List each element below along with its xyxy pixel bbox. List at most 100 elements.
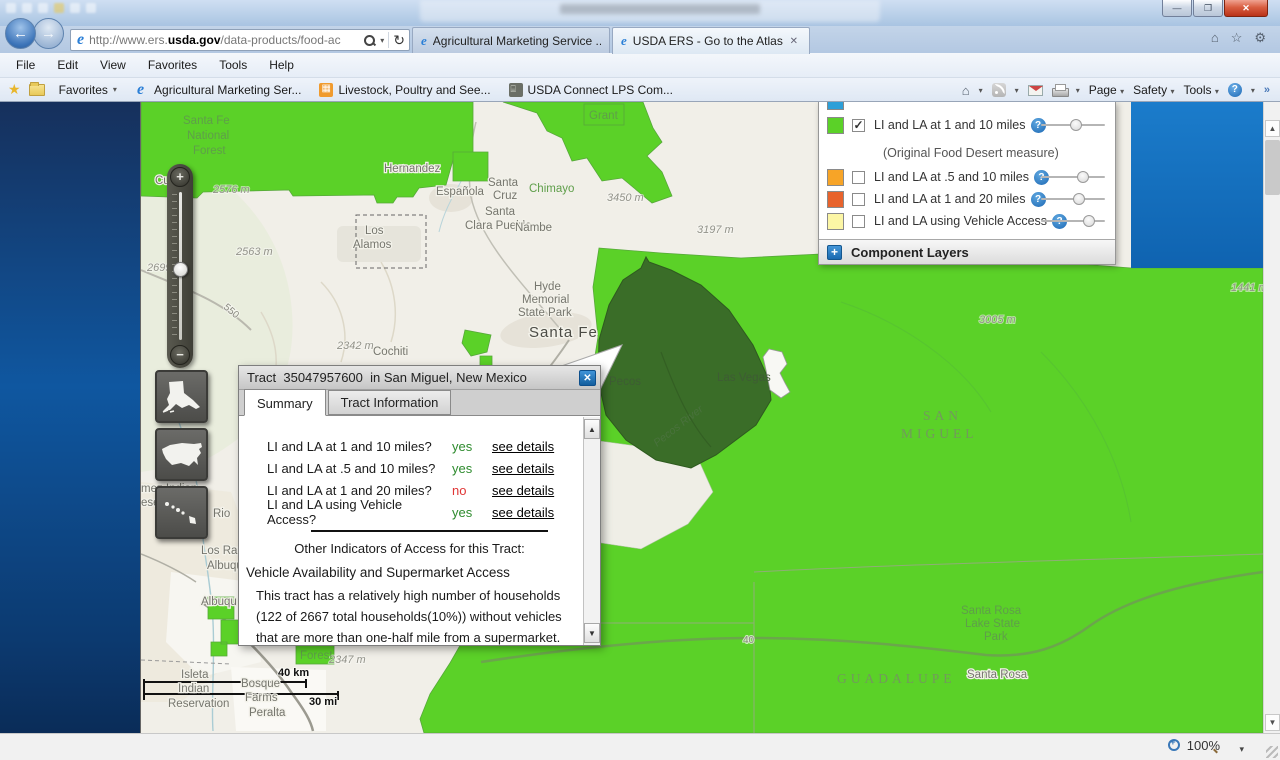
add-favorite-icon[interactable]: ★ bbox=[8, 81, 21, 98]
tab-usda-ers-atlas[interactable]: e USDA ERS - Go to the Atlas ✕ bbox=[612, 27, 810, 54]
tab-close-icon[interactable]: ✕ bbox=[787, 34, 801, 49]
map-label: 2563 m bbox=[235, 246, 273, 258]
layer-opacity-slider[interactable] bbox=[1041, 192, 1105, 206]
slider-thumb[interactable] bbox=[1077, 171, 1089, 183]
settings-gear-icon[interactable]: ⚙ bbox=[1254, 30, 1266, 46]
favorite-link-usda-connect[interactable]: USDA Connect LPS Com... bbox=[500, 83, 682, 97]
map-label: Forest bbox=[193, 145, 226, 157]
popup-title-bar[interactable]: Tract 35047957600 in San Miguel, New Mex… bbox=[239, 366, 600, 390]
home-caret-icon[interactable]: ▾ bbox=[979, 86, 983, 95]
map-label: Lake State bbox=[965, 618, 1020, 630]
map-label: Santa bbox=[488, 177, 519, 189]
map-label: Los bbox=[365, 225, 384, 237]
forward-button[interactable]: → bbox=[33, 18, 64, 49]
safety-menu[interactable]: Safety ▾ bbox=[1133, 83, 1174, 97]
zoom-in-button[interactable]: + bbox=[170, 167, 190, 187]
menu-edit[interactable]: Edit bbox=[47, 55, 88, 75]
favorites-menu[interactable]: Favorites ▾ bbox=[50, 83, 126, 97]
favorites-star-icon[interactable]: ☆ bbox=[1231, 30, 1243, 46]
continental-us-button[interactable] bbox=[155, 428, 208, 481]
refresh-icon[interactable]: ↻ bbox=[393, 32, 405, 49]
map-label: Las Vegas bbox=[717, 372, 771, 384]
popup-scrollbar[interactable]: ▲ ▼ bbox=[583, 417, 600, 645]
menu-help[interactable]: Help bbox=[259, 55, 304, 75]
layer-opacity-slider[interactable] bbox=[1041, 214, 1105, 228]
address-bar[interactable]: e http://www.ers.usda.gov/data-products/… bbox=[70, 29, 410, 51]
close-button[interactable]: ✕ bbox=[1224, 0, 1268, 17]
map-label: Cochiti bbox=[373, 346, 408, 358]
scroll-up-icon[interactable]: ▲ bbox=[1265, 120, 1280, 137]
popup-body: LI and LA at 1 and 10 miles? yes see det… bbox=[239, 417, 600, 645]
map-label: 2347 m bbox=[328, 654, 366, 666]
see-details-link[interactable]: see details bbox=[492, 461, 554, 476]
map-label: Santa bbox=[485, 206, 516, 218]
map-zoom-slider[interactable]: + − bbox=[167, 164, 193, 368]
popup-measure-rows: LI and LA at 1 and 10 miles? yes see det… bbox=[267, 435, 600, 523]
favorite-link-livestock[interactable]: Livestock, Poultry and See... bbox=[310, 83, 499, 97]
overflow-chevron-icon[interactable]: » bbox=[1264, 84, 1270, 96]
favorites-folder-icon[interactable] bbox=[29, 84, 45, 96]
tab-agricultural-marketing[interactable]: e Agricultural Marketing Service ... bbox=[412, 27, 610, 53]
address-separator bbox=[388, 32, 389, 48]
menu-file[interactable]: File bbox=[6, 55, 45, 75]
see-details-link[interactable]: see details bbox=[492, 439, 554, 454]
search-icon[interactable] bbox=[363, 34, 376, 47]
zoom-caret-icon[interactable]: ▾ bbox=[1239, 744, 1244, 755]
expand-plus-button[interactable]: + bbox=[827, 245, 842, 260]
zoom-out-button[interactable]: − bbox=[170, 345, 190, 365]
home-command-icon[interactable]: ⌂ bbox=[962, 83, 970, 98]
print-caret-icon[interactable]: ▾ bbox=[1076, 86, 1080, 95]
search-caret-icon[interactable]: ▾ bbox=[380, 36, 384, 45]
scroll-down-icon[interactable]: ▼ bbox=[1265, 714, 1280, 731]
scroll-down-icon[interactable]: ▼ bbox=[584, 623, 600, 643]
see-details-link[interactable]: see details bbox=[492, 505, 554, 520]
rss-caret-icon[interactable]: ▾ bbox=[1015, 86, 1019, 95]
back-button[interactable]: ← bbox=[5, 18, 36, 49]
component-layers-header[interactable]: + Component Layers bbox=[819, 239, 1115, 264]
layer-opacity-slider[interactable] bbox=[1041, 118, 1105, 132]
measure-question: LI and LA at .5 and 10 miles? bbox=[267, 461, 452, 476]
slider-thumb[interactable] bbox=[1083, 215, 1095, 227]
map-label: Nambe bbox=[515, 222, 552, 234]
menu-favorites[interactable]: Favorites bbox=[138, 55, 207, 75]
minimize-button[interactable]: — bbox=[1162, 0, 1192, 17]
rss-icon[interactable] bbox=[992, 83, 1006, 97]
slider-thumb[interactable] bbox=[1070, 119, 1082, 131]
slider-thumb[interactable] bbox=[1073, 193, 1085, 205]
map-label: Isleta bbox=[181, 669, 209, 681]
status-bar: 100% ▾ bbox=[0, 733, 1280, 760]
menu-view[interactable]: View bbox=[90, 55, 136, 75]
url-text[interactable]: http://www.ers.usda.gov/data-products/fo… bbox=[89, 33, 359, 47]
layer-checkbox[interactable] bbox=[852, 193, 865, 206]
print-icon[interactable] bbox=[1052, 84, 1067, 96]
home-icon[interactable]: ⌂ bbox=[1211, 30, 1219, 46]
help-icon[interactable]: ? bbox=[1228, 83, 1242, 97]
map-label: Santa Rosa bbox=[961, 605, 1022, 617]
tab-tract-information[interactable]: Tract Information bbox=[328, 390, 452, 415]
popup-close-button[interactable]: ✕ bbox=[579, 370, 596, 386]
tab-summary[interactable]: Summary bbox=[244, 389, 326, 416]
browser-zoom-control[interactable]: 100% bbox=[1167, 738, 1220, 753]
restore-button[interactable]: ❐ bbox=[1193, 0, 1223, 17]
hawaii-button[interactable] bbox=[155, 486, 208, 539]
map-label: 2342 m bbox=[336, 340, 374, 352]
menu-tools[interactable]: Tools bbox=[209, 55, 257, 75]
favorite-link-ams[interactable]: eAgricultural Marketing Ser... bbox=[126, 81, 311, 99]
tools-menu[interactable]: Tools ▾ bbox=[1183, 83, 1218, 97]
layer-checkbox[interactable]: ✓ bbox=[852, 119, 865, 132]
scrollbar-thumb[interactable] bbox=[1265, 140, 1280, 195]
map-label: Santa Fe bbox=[183, 115, 230, 127]
browser-window: — ❐ ✕ ← → e http://www.ers.usda.gov/data… bbox=[0, 0, 1280, 760]
mail-icon[interactable] bbox=[1028, 85, 1043, 96]
scroll-up-icon[interactable]: ▲ bbox=[584, 419, 600, 439]
page-menu[interactable]: Page ▾ bbox=[1089, 83, 1124, 97]
zoom-slider-thumb[interactable] bbox=[173, 262, 188, 277]
layer-checkbox[interactable] bbox=[852, 171, 865, 184]
page-scrollbar[interactable]: ▲ ▼ bbox=[1263, 102, 1280, 733]
alaska-button[interactable] bbox=[155, 370, 208, 423]
layer-opacity-slider[interactable] bbox=[1041, 170, 1105, 184]
map-label: 3005 m bbox=[979, 314, 1016, 326]
help-caret-icon[interactable]: ▾ bbox=[1251, 86, 1255, 95]
see-details-link[interactable]: see details bbox=[492, 483, 554, 498]
layer-checkbox[interactable] bbox=[852, 215, 865, 228]
